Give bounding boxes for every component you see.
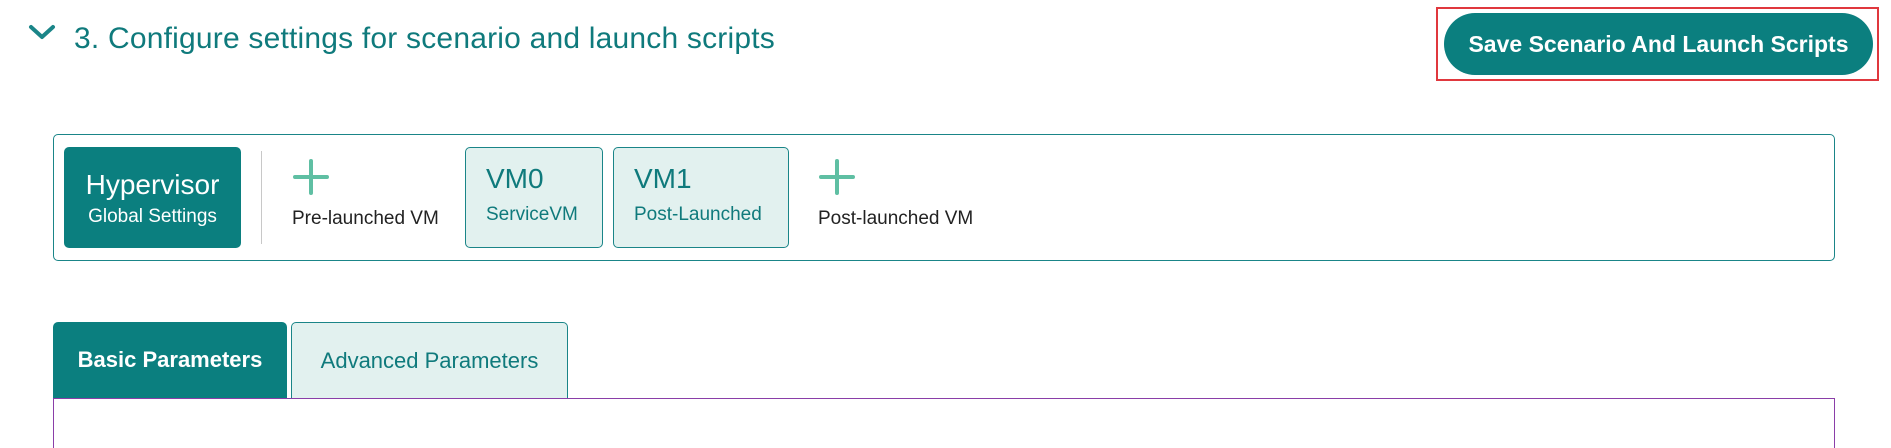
- section-title: 3. Configure settings for scenario and l…: [74, 22, 775, 55]
- add-pre-launched-vm-label: Pre-launched VM: [292, 208, 439, 229]
- divider: [261, 151, 262, 244]
- tab-basic-parameters[interactable]: Basic Parameters: [53, 322, 287, 398]
- add-post-launched-vm-button[interactable]: Post-launched VM: [818, 158, 973, 230]
- hypervisor-card[interactable]: Hypervisor Global Settings: [64, 147, 241, 248]
- add-pre-launched-vm-button[interactable]: Pre-launched VM: [292, 158, 439, 230]
- tab-advanced-parameters[interactable]: Advanced Parameters: [291, 322, 568, 398]
- hypervisor-title: Hypervisor: [85, 168, 220, 200]
- vm-name: VM1: [634, 163, 692, 194]
- vm-type: ServiceVM: [486, 204, 578, 225]
- vm-type: Post-Launched: [634, 204, 762, 225]
- hypervisor-subtitle: Global Settings: [88, 205, 217, 227]
- chevron-down-icon[interactable]: [28, 24, 56, 42]
- vm-card-vm1[interactable]: VM1 Post-Launched: [613, 147, 789, 248]
- save-scenario-button[interactable]: Save Scenario And Launch Scripts: [1444, 13, 1873, 75]
- plus-icon: [819, 159, 855, 195]
- vm-card-vm0[interactable]: VM0 ServiceVM: [465, 147, 603, 248]
- add-post-launched-vm-label: Post-launched VM: [818, 208, 974, 229]
- parameters-panel: [53, 398, 1835, 448]
- plus-icon: [293, 159, 329, 195]
- vm-name: VM0: [486, 163, 544, 194]
